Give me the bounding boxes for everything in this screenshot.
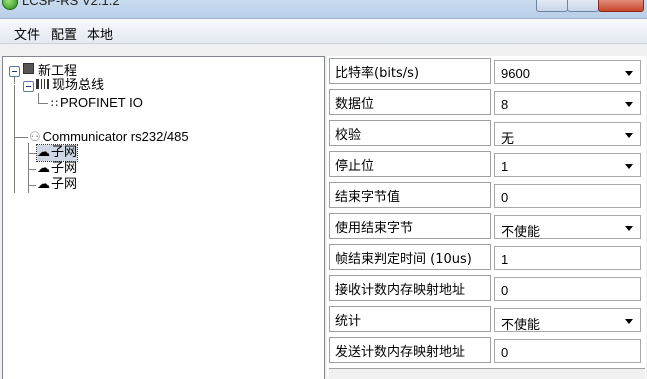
property-label: 统计 <box>329 306 491 332</box>
cloud-icon: ☁ <box>37 145 50 160</box>
tree-connector <box>38 103 48 104</box>
property-row: 比特率(bits/s) 9600 <box>327 56 643 86</box>
collapse-toggle[interactable] <box>23 81 34 92</box>
menu-local[interactable]: 本地 <box>87 24 113 43</box>
tree-node-label: 子网 <box>51 145 78 160</box>
parity-select[interactable]: 无 <box>494 122 641 146</box>
statistics-select[interactable]: 不使能 <box>494 308 641 332</box>
tree-connector <box>14 137 28 138</box>
fieldbus-icon <box>36 79 49 89</box>
tree-node-subnet[interactable]: ☁子网 <box>37 161 77 177</box>
project-icon <box>23 63 34 74</box>
maximize-button[interactable] <box>567 0 599 12</box>
property-row: 校验 无 <box>327 118 643 148</box>
cloud-icon: ☁ <box>37 177 50 192</box>
property-row: 数据位 8 <box>327 87 643 117</box>
tree-node-subnet[interactable]: ☁子网 <box>37 177 77 193</box>
property-label: 接收计数内存映射地址 <box>329 275 491 301</box>
tree-connector <box>14 85 15 193</box>
tree-node-label: 子网 <box>51 161 78 176</box>
property-row: 统计 不使能 <box>327 304 643 334</box>
tree-node-subnet[interactable]: ☁子网 <box>35 144 79 162</box>
tree-connector <box>28 185 36 186</box>
tree-node-label: 子网 <box>51 177 78 192</box>
minimize-button[interactable] <box>536 0 568 12</box>
menu-bar: 文件 配置 本地 <box>0 19 647 44</box>
property-label: 帧结束判定时间 (10us) <box>329 244 491 270</box>
property-row: 结束字节值 0 <box>327 180 643 210</box>
property-label: 数据位 <box>329 89 491 115</box>
menu-file[interactable]: 文件 <box>14 24 40 43</box>
antenna-icon: ⚇ <box>29 129 41 144</box>
network-icon: ∷ <box>51 98 58 110</box>
tree-connector <box>38 93 39 103</box>
rx-count-address-input[interactable]: 0 <box>494 277 641 301</box>
property-row: 发送计数内存映射地址 0 <box>327 335 643 365</box>
menu-config[interactable]: 配置 <box>51 24 77 43</box>
property-label: 校验 <box>329 120 491 146</box>
property-grid: 比特率(bits/s) 9600 数据位 8 校验 无 停止位 1 结束字节值 … <box>327 56 646 379</box>
stop-bits-select[interactable]: 1 <box>494 153 641 177</box>
frame-end-time-input[interactable]: 1 <box>494 246 641 270</box>
baud-rate-select[interactable]: 9600 <box>494 60 641 84</box>
tree-node-label: 新工程 <box>38 64 78 79</box>
property-label: 停止位 <box>329 151 491 177</box>
property-row: 帧结束判定时间 (10us) 1 <box>327 242 643 272</box>
app-icon <box>2 0 18 10</box>
tree-node-label: Communicator rs232/485 <box>42 129 189 144</box>
main-area: 新工程 现场总线 ∷ PROFINET IO ⚇ Communicator rs23… <box>0 52 647 379</box>
property-row: 停止位 1 <box>327 149 643 179</box>
tree-connector <box>28 169 36 170</box>
tx-count-address-input[interactable]: 0 <box>494 339 641 363</box>
cloud-icon: ☁ <box>37 161 50 176</box>
property-label: 发送计数内存映射地址 <box>329 337 491 363</box>
tree-connector <box>28 153 36 154</box>
tree-node-communicator[interactable]: ⚇ Communicator rs232/485 <box>29 129 189 145</box>
tree-node-profinet[interactable]: ∷ PROFINET IO <box>51 95 143 112</box>
tree-node-label: 现场总线 <box>52 78 105 93</box>
tree-node-label: PROFINET IO <box>60 95 143 110</box>
end-byte-value-input[interactable]: 0 <box>494 184 641 208</box>
close-button[interactable] <box>598 0 644 12</box>
window-title: LCSP-RS V2.1.2 <box>22 0 120 8</box>
property-grid-footer <box>329 368 645 379</box>
data-bits-select[interactable]: 8 <box>494 91 641 115</box>
title-bar: LCSP-RS V2.1.2 <box>0 0 647 19</box>
property-label: 结束字节值 <box>329 182 491 208</box>
property-row: 接收计数内存映射地址 0 <box>327 273 643 303</box>
property-label: 比特率(bits/s) <box>329 58 491 84</box>
use-end-byte-select[interactable]: 不使能 <box>494 215 641 239</box>
project-tree[interactable]: 新工程 现场总线 ∷ PROFINET IO ⚇ Communicator rs23… <box>2 56 325 379</box>
collapse-toggle[interactable] <box>9 66 20 77</box>
tree-node-fieldbus[interactable]: 现场总线 <box>36 78 104 94</box>
property-label: 使用结束字节 <box>329 213 491 239</box>
property-row: 使用结束字节 不使能 <box>327 211 643 241</box>
